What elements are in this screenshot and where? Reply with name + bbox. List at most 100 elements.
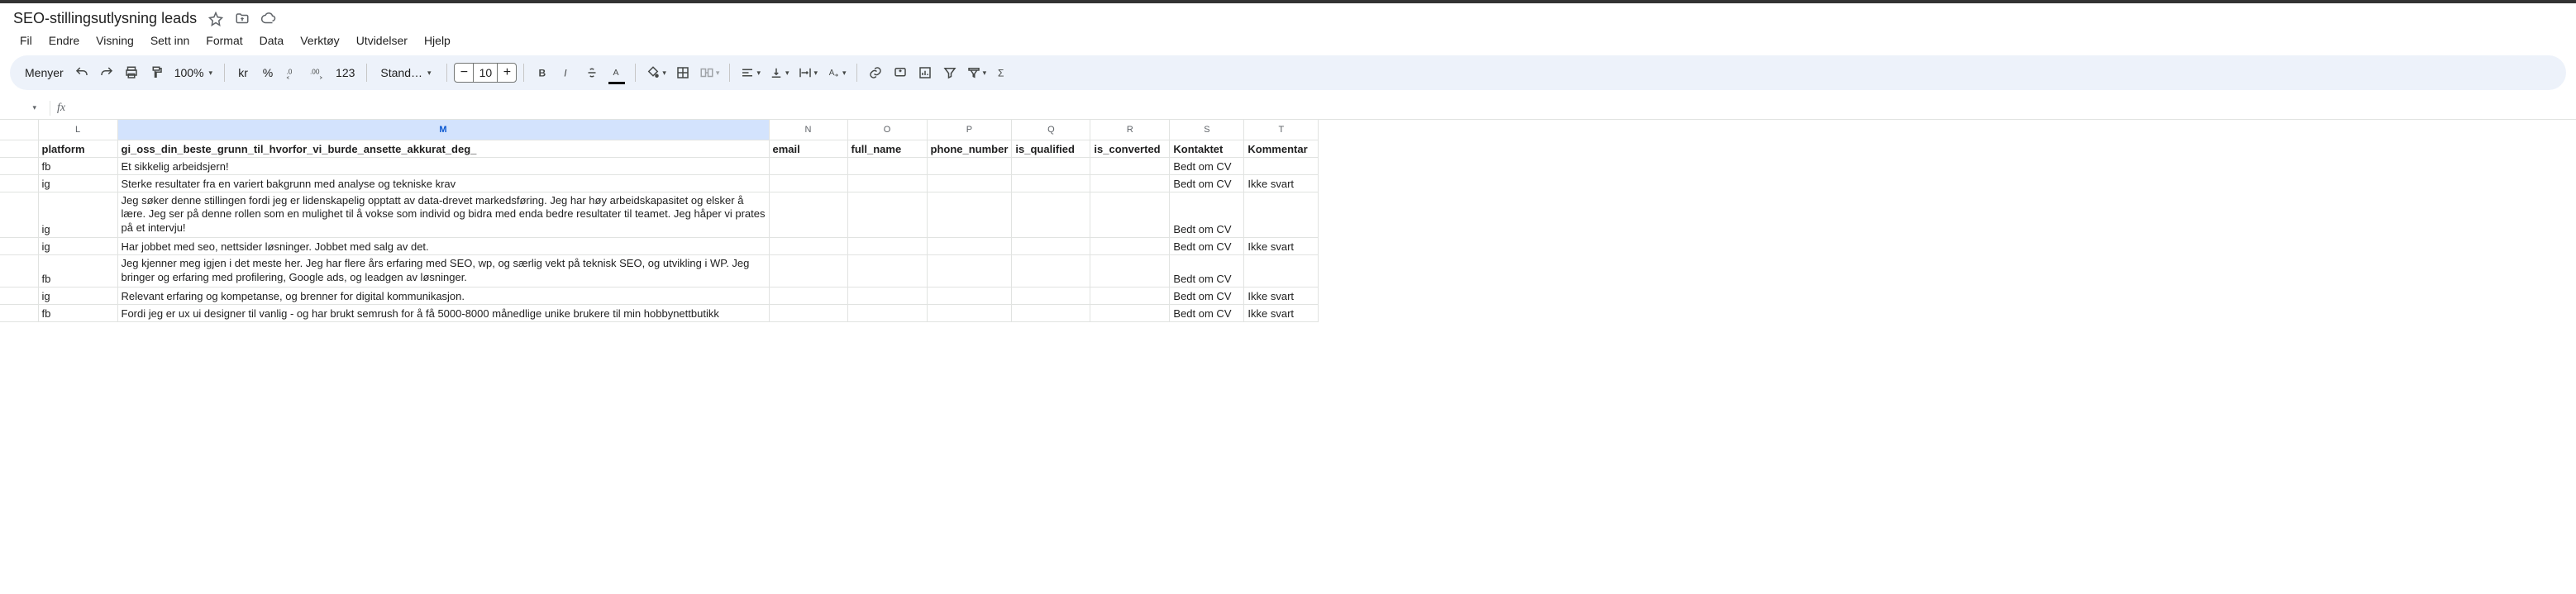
chart-button[interactable] (914, 61, 937, 84)
cell[interactable] (927, 304, 1012, 321)
cell[interactable] (1090, 287, 1170, 304)
cell[interactable] (927, 192, 1012, 238)
name-box[interactable] (7, 103, 43, 112)
cell[interactable] (1012, 238, 1090, 255)
move-folder-icon[interactable] (235, 12, 250, 26)
redo-button[interactable] (95, 61, 118, 84)
cell[interactable] (847, 238, 927, 255)
cell[interactable]: fb (38, 304, 117, 321)
menu-fil[interactable]: Fil (13, 31, 39, 50)
cell[interactable]: Bedt om CV (1170, 174, 1244, 192)
cell-header-L[interactable]: platform (38, 140, 117, 157)
column-header-N[interactable]: N (769, 120, 847, 140)
row-header[interactable] (0, 304, 38, 321)
cell[interactable] (1244, 192, 1319, 238)
row-header[interactable] (0, 157, 38, 174)
cell[interactable] (847, 192, 927, 238)
cell[interactable] (1090, 304, 1170, 321)
cell[interactable]: Et sikkelig arbeidsjern! (117, 157, 769, 174)
font-size-input[interactable]: 10 (473, 64, 498, 82)
cell[interactable] (769, 238, 847, 255)
cell[interactable] (1012, 304, 1090, 321)
cell[interactable]: Bedt om CV (1170, 157, 1244, 174)
cell[interactable] (1244, 157, 1319, 174)
increase-decimal-button[interactable]: .00 (306, 61, 329, 84)
cell[interactable] (1012, 157, 1090, 174)
cell[interactable] (847, 255, 927, 287)
comment-button[interactable] (889, 61, 912, 84)
link-button[interactable] (864, 61, 887, 84)
cell[interactable]: Jeg kjenner meg igjen i det meste her. J… (117, 255, 769, 287)
cell[interactable] (927, 157, 1012, 174)
cell[interactable]: ig (38, 238, 117, 255)
text-color-button[interactable]: A (605, 61, 628, 84)
column-header-S[interactable]: S (1170, 120, 1244, 140)
cell[interactable] (847, 157, 927, 174)
menu-data[interactable]: Data (253, 31, 291, 50)
borders-button[interactable] (671, 61, 694, 84)
undo-button[interactable] (70, 61, 93, 84)
menu-hjelp[interactable]: Hjelp (417, 31, 457, 50)
document-title[interactable]: SEO-stillingsutlysning leads (13, 10, 197, 27)
cell[interactable] (769, 304, 847, 321)
cell-header-Q[interactable]: is_qualified (1012, 140, 1090, 157)
rotate-text-button[interactable]: A (823, 61, 850, 84)
cell[interactable] (1012, 255, 1090, 287)
percent-button[interactable]: % (256, 61, 279, 84)
zoom-select[interactable]: 100% (169, 66, 217, 79)
row-header[interactable] (0, 174, 38, 192)
font-select[interactable]: Stand… (374, 66, 440, 79)
cell[interactable]: ig (38, 174, 117, 192)
cell[interactable]: Ikke svart (1244, 174, 1319, 192)
cell[interactable]: Relevant erfaring og kompetanse, og bren… (117, 287, 769, 304)
cell[interactable]: Har jobbet med seo, nettsider løsninger.… (117, 238, 769, 255)
cell[interactable]: Ikke svart (1244, 238, 1319, 255)
cell[interactable] (1090, 238, 1170, 255)
filter-button[interactable] (938, 61, 961, 84)
column-header-Q[interactable]: Q (1012, 120, 1090, 140)
cell-header-O[interactable]: full_name (847, 140, 927, 157)
menu-utvidelser[interactable]: Utvidelser (350, 31, 414, 50)
cell[interactable] (769, 157, 847, 174)
cell[interactable]: fb (38, 157, 117, 174)
currency-button[interactable]: kr (231, 61, 255, 84)
cell[interactable]: Bedt om CV (1170, 255, 1244, 287)
menu-endre[interactable]: Endre (42, 31, 86, 50)
cell[interactable]: Ikke svart (1244, 287, 1319, 304)
column-header-M[interactable]: M (117, 120, 769, 140)
row-header[interactable] (0, 192, 38, 238)
cell[interactable] (847, 287, 927, 304)
cell-header-P[interactable]: phone_number (927, 140, 1012, 157)
cell[interactable] (1012, 192, 1090, 238)
cell[interactable]: Jeg søker denne stillingen fordi jeg er … (117, 192, 769, 238)
cell[interactable] (1012, 174, 1090, 192)
column-header-T[interactable]: T (1244, 120, 1319, 140)
cell[interactable] (1090, 255, 1170, 287)
wrap-button[interactable] (794, 61, 822, 84)
cell[interactable] (927, 174, 1012, 192)
cell[interactable]: ig (38, 287, 117, 304)
increase-font-button[interactable]: + (498, 64, 516, 82)
cell[interactable] (769, 192, 847, 238)
cell[interactable]: ig (38, 192, 117, 238)
v-align-button[interactable] (766, 61, 793, 84)
print-button[interactable] (120, 61, 143, 84)
functions-button[interactable]: Σ (991, 61, 1014, 84)
star-icon[interactable] (208, 12, 223, 26)
menu-visning[interactable]: Visning (89, 31, 141, 50)
cell[interactable] (1090, 157, 1170, 174)
row-header[interactable] (0, 287, 38, 304)
cell[interactable]: Bedt om CV (1170, 304, 1244, 321)
italic-button[interactable]: I (556, 61, 579, 84)
row-header[interactable] (0, 140, 38, 157)
row-header[interactable] (0, 238, 38, 255)
cell-header-N[interactable]: email (769, 140, 847, 157)
cell-header-S[interactable]: Kontaktet (1170, 140, 1244, 157)
cell[interactable] (769, 255, 847, 287)
cell[interactable]: fb (38, 255, 117, 287)
bold-button[interactable]: B (531, 61, 554, 84)
paint-format-button[interactable] (145, 61, 168, 84)
column-header-R[interactable]: R (1090, 120, 1170, 140)
cell[interactable] (927, 255, 1012, 287)
cell[interactable] (927, 287, 1012, 304)
